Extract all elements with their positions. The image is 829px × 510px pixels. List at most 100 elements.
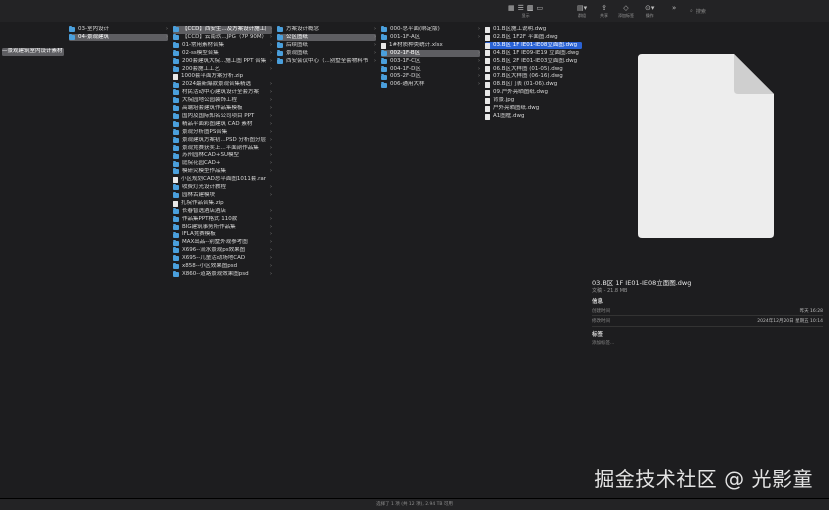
folder-icon: [173, 207, 179, 214]
search-field[interactable]: ⌕ 搜索: [690, 6, 825, 16]
folder-row[interactable]: 收费灯光设计教程 ›: [173, 184, 272, 192]
folder-row[interactable]: 01-常用素材合集 ›: [173, 42, 272, 50]
folder-row[interactable]: 006-通用大样 ›: [381, 81, 480, 89]
column-3[interactable]: 【CCD】西安生...及方案设计施工图 › 【CCD】云南玖...JPG（7P 90…: [171, 22, 276, 498]
folder-row[interactable]: 景观竞赛获奖上...平面剖作品集 ›: [173, 145, 272, 153]
folder-row[interactable]: 004-1F-D区 ›: [381, 66, 480, 74]
column-5[interactable]: 000-总平面(绑定版) › 001-1F-A区 › 1#材质种类统计.xlsx 002-…: [379, 22, 484, 498]
expand-toolbar-button[interactable]: »: [672, 4, 676, 12]
folder-row[interactable]: 景观分析图PS合集 ›: [173, 129, 272, 137]
chevron-right-icon: ›: [270, 231, 272, 238]
folder-row[interactable]: 方案设计概念 ›: [277, 26, 376, 34]
folder-row[interactable]: 【CCD】云南玖...JPG（7P 90M） ›: [173, 34, 272, 42]
folder-row[interactable]: 景观图纸 ›: [277, 50, 376, 58]
file-row[interactable]: 07.B区大样图 (06-16).dwg: [485, 73, 582, 81]
folder-row[interactable]: X860--道路景观效果图psd ›: [173, 271, 272, 279]
folder-row[interactable]: 03-室内设计 ›: [69, 26, 168, 34]
folder-row[interactable]: X695--儿童活动场地CAD ›: [173, 255, 272, 263]
folder-row[interactable]: 村民活动中心建筑设计全套方案 ›: [173, 89, 272, 97]
folder-row[interactable]: 西安会议中心（...别墅全套物料书 ›: [277, 58, 376, 66]
column-4[interactable]: 方案设计概念 › 公区图纸 › 后续图纸 › 景观图纸 › 西安会议中心（...别墅全套物料书 ›: [275, 22, 380, 498]
folder-row[interactable]: 002-1F-B区 ›: [381, 49, 480, 58]
file-row[interactable]: 03.B区 1F IE01-IE08立面图.dwg: [485, 41, 582, 50]
folder-row[interactable]: MAX出品--别墅外观参考图 ›: [173, 239, 272, 247]
file-row[interactable]: 背景.jpg: [485, 97, 582, 105]
folder-row[interactable]: 公区图纸 ›: [277, 33, 376, 42]
created-value: 昨天 16:28: [799, 309, 823, 314]
folder-row[interactable]: 高端培套建筑作品集模板 ›: [173, 105, 272, 113]
document-icon: [485, 74, 490, 81]
folder-row[interactable]: 200套施工工艺 ›: [173, 66, 272, 74]
chevron-right-icon: ›: [478, 81, 480, 88]
row-label: 方案设计概念: [286, 26, 320, 32]
folder-row[interactable]: 庭院花园CAD+ ›: [173, 160, 272, 168]
folder-row[interactable]: 003-1F-C区 ›: [381, 58, 480, 66]
folder-row[interactable]: 后续图纸 ›: [277, 42, 376, 50]
folder-row[interactable]: IFLA竞赛模板 ›: [173, 231, 272, 239]
file-row[interactable]: 1000套平面方案分析.zip: [173, 73, 272, 81]
file-row[interactable]: 04.B区 1F IE09-IE19 立面图.dwg: [485, 50, 582, 58]
view-mode-group[interactable]: ▦ ☰ ▥ ▭ 显示: [508, 4, 543, 19]
file-row[interactable]: 扎院作品合集.zip: [173, 200, 272, 208]
action-button[interactable]: ⊙▾ 操作: [645, 4, 654, 19]
tags-input[interactable]: 添加标签...: [592, 340, 614, 346]
folder-row[interactable]: 001-1F-A区 ›: [381, 34, 480, 42]
search-icon: ⌕: [690, 8, 693, 14]
folder-row[interactable]: 大院园地公园装饰工程 ›: [173, 97, 272, 105]
column-view-icon[interactable]: ▥: [527, 4, 534, 12]
column-6[interactable]: 01.B区施工说明.dwg 02.B区 1F2F 平面图.dwg 03.B区 1F …: [483, 22, 586, 498]
group-icon: ▤▾: [577, 4, 588, 12]
icon-view-icon[interactable]: ▦: [508, 4, 515, 12]
folder-row[interactable]: 04-景观建筑 ›: [69, 33, 168, 42]
folder-row[interactable]: —景观建筑室内设计素材: [2, 48, 64, 56]
add-tags-button[interactable]: ◇ 添加标签: [618, 4, 634, 19]
column-1[interactable]: —景观建筑室内设计素材: [0, 22, 68, 498]
folder-row[interactable]: 国内及国际知名公司项目 PPT ›: [173, 113, 272, 121]
file-row[interactable]: A1图框.dwg: [485, 113, 582, 121]
file-row[interactable]: 06.B区大样图 (01-05).dwg: [485, 66, 582, 74]
share-icon: ⇪: [601, 4, 607, 12]
folder-row[interactable]: 精品平面彩图建筑 CAD 素材 ›: [173, 121, 272, 129]
share-button[interactable]: ⇪ 共享: [600, 4, 608, 19]
file-row[interactable]: 小区规划CAD总平面图1011套.rar: [173, 176, 272, 184]
column-2[interactable]: 03-室内设计 › 04-景观建筑 ›: [67, 22, 172, 498]
folder-row[interactable]: 作品集PPT格式 110款 ›: [173, 216, 272, 224]
folder-row[interactable]: x858--小区效果图psd ›: [173, 263, 272, 271]
folder-row[interactable]: 02-ss模型合集 ›: [173, 50, 272, 58]
gallery-view-icon[interactable]: ▭: [537, 4, 544, 12]
chevron-right-icon: ›: [270, 81, 272, 88]
file-row[interactable]: 08.B区门表 (01-06).dwg: [485, 81, 582, 89]
row-label: 苏州园林CAD+SU模型: [182, 152, 239, 159]
folder-row[interactable]: 长春智选酒店酒店 ›: [173, 208, 272, 216]
file-row[interactable]: 09.户外亮晒图纸.dwg: [485, 89, 582, 97]
row-label: 景观竞赛获奖上...平面剖作品集: [182, 144, 259, 151]
folder-icon: [173, 97, 179, 104]
row-label: 001-1F-A区: [390, 33, 421, 40]
folder-row[interactable]: 园林古建模块 ›: [173, 192, 272, 200]
file-row[interactable]: 02.B区 1F2F 平面图.dwg: [485, 34, 582, 42]
folder-icon: [173, 192, 179, 199]
folder-row[interactable]: 【CCD】西安生...及方案设计施工图 ›: [173, 26, 272, 34]
group-button[interactable]: ▤▾ 群组: [577, 4, 587, 19]
file-row[interactable]: 户外亮晒图纸.dwg: [485, 105, 582, 113]
file-row[interactable]: 01.B区施工说明.dwg: [485, 26, 582, 34]
watermark: 掘金技术社区 @ 光影童: [594, 467, 813, 491]
folder-row[interactable]: 000-总平面(绑定版) ›: [381, 26, 480, 34]
folder-row[interactable]: X696--流水景观ps效果图 ›: [173, 247, 272, 255]
folder-row[interactable]: 2024最新爆款景观合集精选 ›: [173, 81, 272, 89]
folder-icon: [173, 144, 179, 151]
folder-icon: [173, 34, 179, 41]
folder-row[interactable]: 景观建筑方案初...PSD 分析图分层 ›: [173, 137, 272, 145]
folder-row[interactable]: 苏州园林CAD+SU模型 ›: [173, 152, 272, 160]
folder-row[interactable]: 005-2F-D区 ›: [381, 73, 480, 81]
list-view-icon[interactable]: ☰: [518, 4, 524, 12]
folder-row[interactable]: 模研究模型作品集 ›: [173, 168, 272, 176]
chevron-right-icon: ›: [270, 33, 272, 40]
folder-row[interactable]: 200套建筑大院...施工图 PPT 合集 ›: [173, 58, 272, 66]
preview-filename: 03.B区 1F IE01-IE08立面图.dwg: [592, 279, 692, 287]
row-label: 04-景观建筑: [78, 33, 109, 40]
file-row[interactable]: 05.B区 2F IE01-IE03立面图.dwg: [485, 58, 582, 66]
folder-row[interactable]: BIG建筑事务所作品集 ›: [173, 224, 272, 232]
file-row[interactable]: 1#材质种类统计.xlsx: [381, 42, 480, 50]
row-label: 02-ss模型合集: [182, 49, 219, 56]
